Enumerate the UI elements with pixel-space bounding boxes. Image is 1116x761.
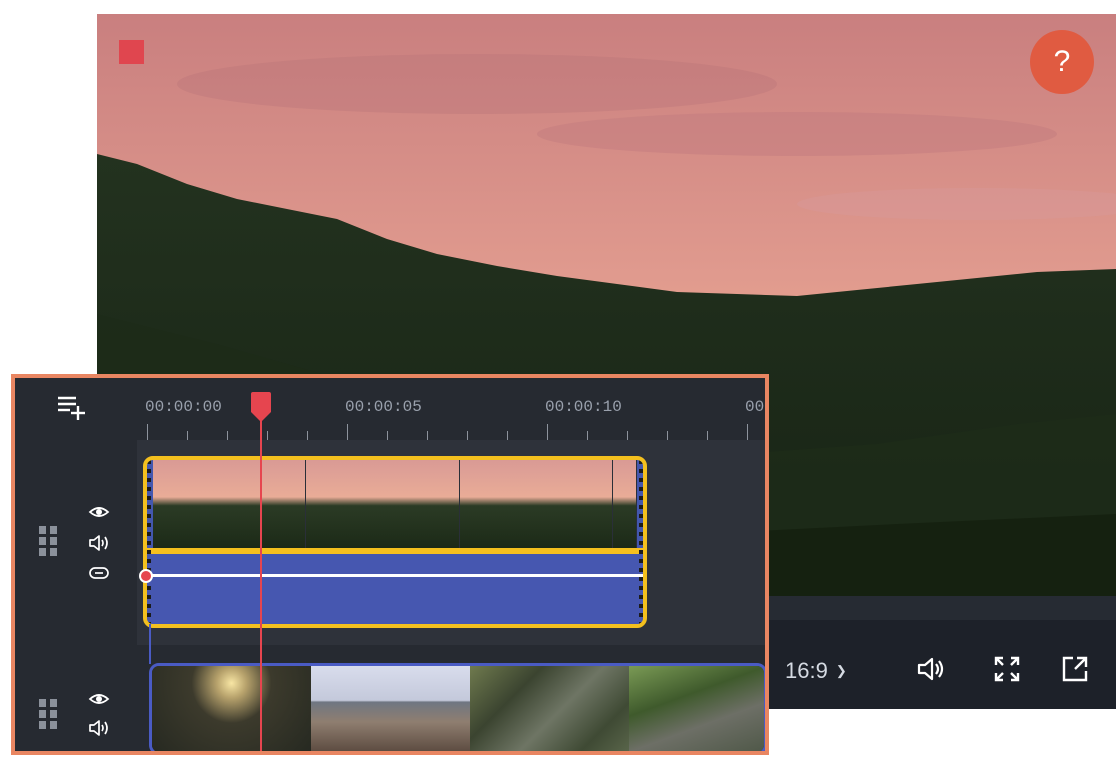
clip-thumbnail: [629, 666, 764, 751]
clip-left-trim-handle[interactable]: [147, 460, 151, 624]
ruler-tick: [627, 431, 628, 440]
clip-thumbnails: [152, 666, 764, 751]
ruler-tick: [587, 431, 588, 440]
time-ruler[interactable]: 00:00:00 00:00:05 00:00:10 00:: [137, 378, 765, 440]
ruler-tick: [227, 431, 228, 440]
ruler-tick: [547, 424, 548, 440]
playhead-line[interactable]: [260, 408, 262, 751]
ruler-tick: [427, 431, 428, 440]
volume-line[interactable]: [147, 574, 643, 577]
ruler-tick: [347, 424, 348, 440]
clip-thumbnails: [153, 460, 637, 548]
eye-icon[interactable]: [88, 690, 110, 708]
clip-thumbnail: [470, 666, 629, 751]
ruler-time-label: 00:00:10: [545, 398, 622, 416]
aspect-ratio-select[interactable]: 16:9 ❯: [785, 658, 847, 684]
clip-right-trim-handle[interactable]: [639, 460, 643, 624]
clip-thumbnail: [153, 460, 307, 548]
help-button-label: ?: [1053, 45, 1071, 78]
track-drag-handle[interactable]: [38, 697, 60, 731]
ruler-time-label: 00:: [745, 398, 765, 416]
track-drag-handle[interactable]: [38, 524, 60, 558]
pop-out-icon[interactable]: [1060, 654, 1090, 684]
clip-thumbnail: [311, 666, 470, 751]
help-button[interactable]: ?: [1030, 30, 1094, 94]
volume-keyframe-handle[interactable]: [139, 569, 153, 583]
ruler-tick: [707, 431, 708, 440]
ruler-tick: [667, 431, 668, 440]
clip-thumbnail: [152, 666, 311, 751]
ruler-tick: [307, 431, 308, 440]
clip-thumbnail: [306, 460, 460, 548]
aspect-ratio-value: 16:9: [785, 658, 828, 683]
record-indicator: [119, 40, 144, 64]
ruler-tick: [747, 424, 748, 440]
speaker-icon[interactable]: [88, 719, 110, 737]
chevron-down-icon: ❯: [835, 663, 847, 678]
ruler-tick: [387, 431, 388, 440]
clip-link-line: [149, 624, 151, 664]
playhead-marker[interactable]: [250, 392, 272, 422]
fullscreen-icon[interactable]: [992, 654, 1022, 684]
ruler-tick: [507, 431, 508, 440]
ruler-time-label: 00:00:05: [345, 398, 422, 416]
clip-divider: [147, 548, 643, 554]
clip-audio-waveform[interactable]: [147, 560, 643, 624]
link-icon[interactable]: [88, 564, 110, 582]
speaker-icon[interactable]: [88, 534, 110, 552]
timeline-panel: 00:00:00 00:00:05 00:00:10 00:: [11, 374, 769, 755]
ruler-tick: [267, 431, 268, 440]
ruler-tick: [147, 424, 148, 440]
clip-thumbnail: [613, 460, 637, 548]
ruler-time-label: 00:00:00: [145, 398, 222, 416]
add-track-icon[interactable]: [55, 392, 89, 422]
ruler-tick: [467, 431, 468, 440]
eye-icon[interactable]: [88, 503, 110, 521]
volume-icon[interactable]: [916, 654, 946, 684]
ruler-tick: [187, 431, 188, 440]
selected-video-clip[interactable]: [143, 456, 647, 628]
main-video-clip[interactable]: [149, 663, 765, 751]
track-header-column: [15, 378, 137, 751]
clip-thumbnail: [459, 460, 614, 548]
